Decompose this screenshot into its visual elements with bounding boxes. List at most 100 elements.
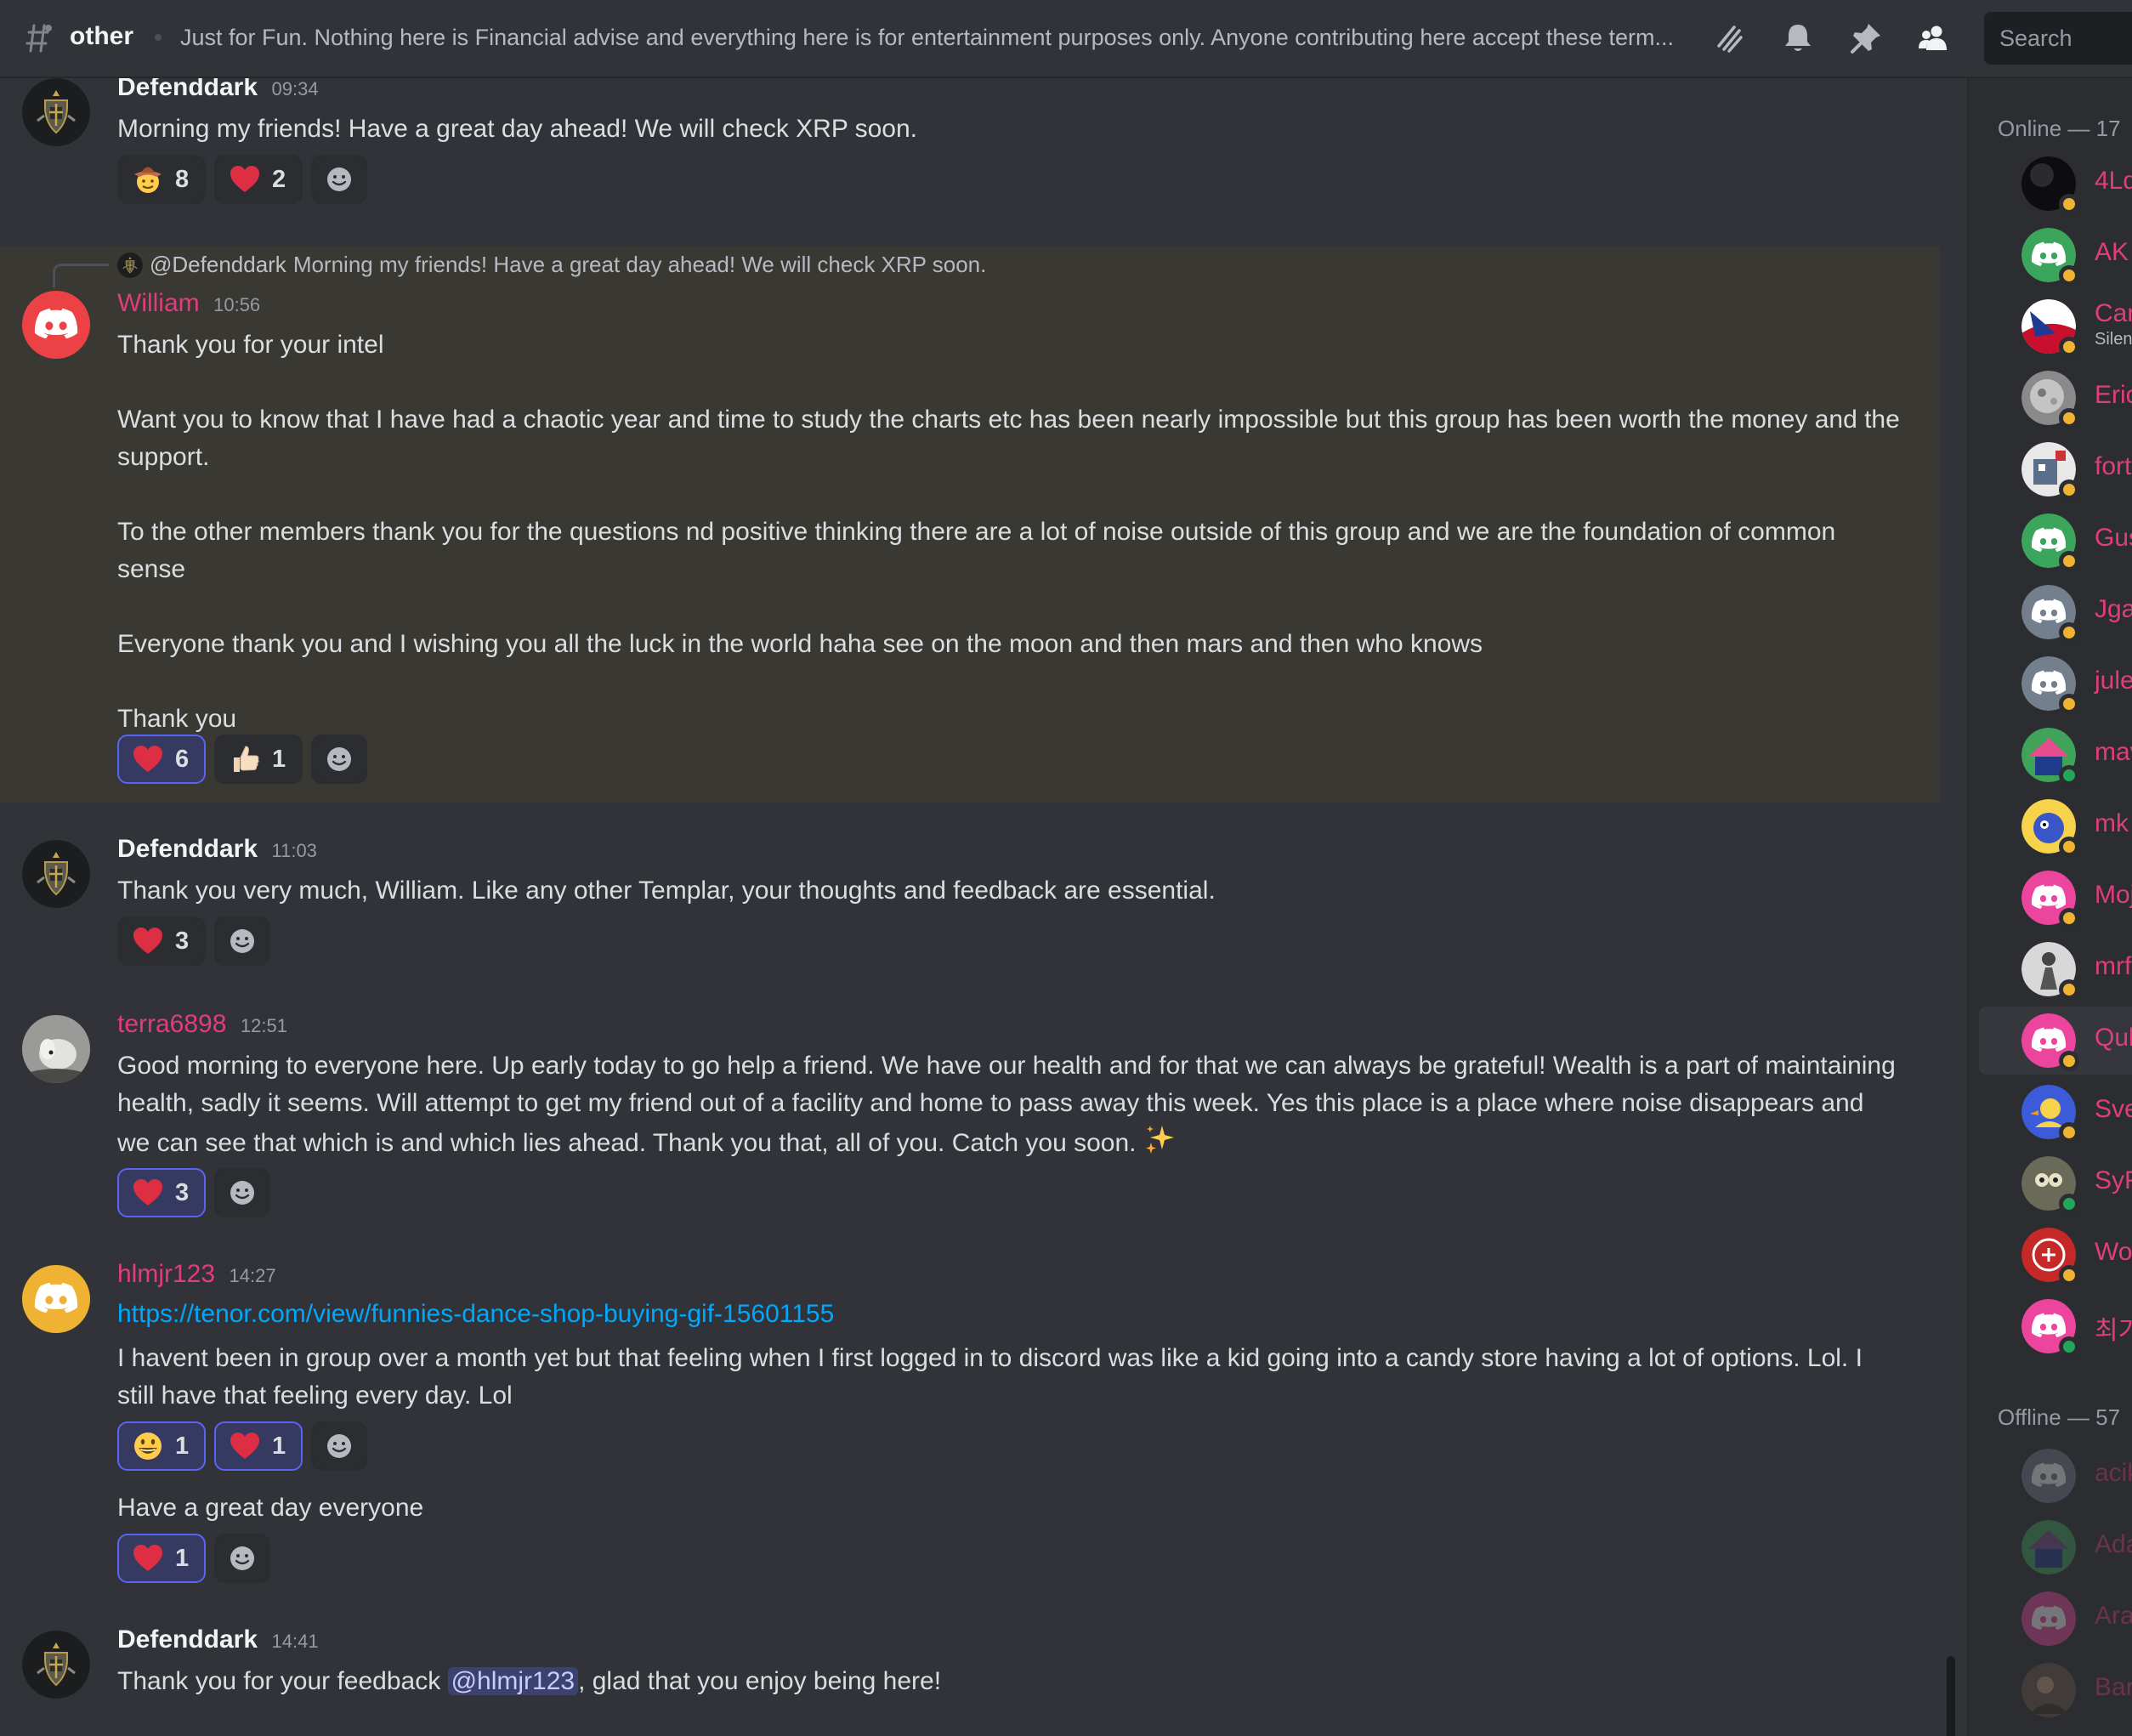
avatar[interactable] bbox=[22, 78, 90, 146]
message-timestamp: 09:34 bbox=[271, 78, 319, 99]
message-author[interactable]: terra6898 bbox=[117, 1010, 226, 1038]
message-list[interactable]: Defenddark 09:34 Morning my friends! Hav… bbox=[0, 78, 1965, 1736]
member-item[interactable]: mk bbox=[1979, 792, 2132, 860]
channel-hash-icon bbox=[26, 24, 52, 53]
add-reaction-button[interactable] bbox=[214, 1534, 270, 1583]
reaction-heart[interactable]: 3 bbox=[117, 1168, 206, 1217]
member-item[interactable]: Moj bbox=[1979, 864, 2132, 932]
member-item[interactable]: Qub bbox=[1979, 1007, 2132, 1075]
member-name: mk bbox=[2095, 809, 2129, 837]
message-highlighted: @Defenddark Morning my friends! Have a g… bbox=[0, 247, 1940, 803]
add-reaction-button[interactable] bbox=[311, 735, 367, 784]
reaction-count: 8 bbox=[175, 165, 190, 193]
member-item[interactable]: mav bbox=[1979, 721, 2132, 789]
message-text: Morning my friends! Have a great day ahe… bbox=[117, 115, 918, 143]
grinning-emoji-icon bbox=[131, 1429, 165, 1463]
message-timestamp: 14:41 bbox=[271, 1631, 319, 1652]
add-reaction-button[interactable] bbox=[311, 155, 367, 204]
threads-icon[interactable] bbox=[1712, 20, 1748, 56]
member-item[interactable]: forty bbox=[1979, 435, 2132, 503]
members-icon[interactable] bbox=[1916, 20, 1952, 56]
add-reaction-button[interactable] bbox=[214, 916, 270, 966]
reaction-bar: 8 2 bbox=[117, 155, 367, 204]
paragraph: Want you to know that I have had a chaot… bbox=[117, 406, 1900, 471]
message-author[interactable]: hlmjr123 bbox=[117, 1260, 215, 1288]
member-item[interactable]: Wol bbox=[1979, 1221, 2132, 1289]
reaction-heart[interactable]: 3 bbox=[117, 916, 206, 966]
reaction-heart[interactable]: 1 bbox=[117, 1534, 206, 1583]
scrollbar-thumb[interactable] bbox=[1947, 1656, 1955, 1736]
reaction-count: 2 bbox=[272, 165, 286, 193]
pin-icon[interactable] bbox=[1848, 20, 1884, 56]
add-reaction-button[interactable] bbox=[311, 1421, 367, 1471]
reply-author[interactable]: @Defenddark bbox=[150, 252, 286, 278]
reply-avatar bbox=[117, 252, 143, 278]
channel-topic[interactable]: Just for Fun. Nothing here is Financial … bbox=[180, 25, 1693, 51]
bell-icon[interactable] bbox=[1780, 20, 1816, 56]
member-item[interactable]: Jgal bbox=[1979, 578, 2132, 646]
add-reaction-button[interactable] bbox=[214, 1168, 270, 1217]
reaction-count: 3 bbox=[175, 927, 190, 955]
reaction-heart[interactable]: 2 bbox=[214, 155, 303, 204]
message-body: Good morning to everyone here. Up early … bbox=[117, 1052, 1896, 1157]
member-item[interactable]: Eric bbox=[1979, 364, 2132, 432]
message-author[interactable]: Defenddark bbox=[117, 1625, 258, 1654]
message-author[interactable]: William bbox=[117, 289, 200, 317]
status-idle-icon bbox=[2059, 694, 2079, 714]
avatar[interactable] bbox=[22, 840, 90, 908]
message-timestamp: 10:56 bbox=[213, 294, 261, 315]
reply-text: Morning my friends! Have a great day ahe… bbox=[292, 252, 987, 277]
member-item[interactable]: Bare bbox=[1979, 1656, 2132, 1724]
reaction-bar: 1 1 bbox=[117, 1421, 367, 1471]
member-avatar bbox=[2021, 1156, 2079, 1214]
member-item[interactable]: Ada bbox=[1979, 1513, 2132, 1581]
heart-emoji-icon bbox=[131, 1176, 165, 1210]
member-name: Bare bbox=[2095, 1673, 2132, 1701]
add-reaction-icon bbox=[225, 924, 259, 958]
member-item[interactable]: Cam Silent bbox=[1979, 292, 2132, 360]
member-name: Ada bbox=[2095, 1530, 2132, 1558]
member-item[interactable]: Aras bbox=[1979, 1585, 2132, 1653]
member-avatar bbox=[2021, 1013, 2079, 1071]
user-mention[interactable]: @hlmjr123 bbox=[447, 1667, 579, 1695]
member-name: Qub bbox=[2095, 1024, 2132, 1052]
gif-link[interactable]: https://tenor.com/view/funnies-dance-sho… bbox=[117, 1300, 834, 1328]
member-avatar bbox=[2021, 942, 2079, 1000]
message-author[interactable]: Defenddark bbox=[117, 78, 258, 101]
member-item[interactable]: SyFy bbox=[1979, 1149, 2132, 1217]
member-item[interactable]: mrfl bbox=[1979, 935, 2132, 1003]
member-item[interactable]: julen bbox=[1979, 650, 2132, 718]
member-item[interactable]: AK bbox=[1979, 221, 2132, 289]
channel-name: other bbox=[70, 22, 133, 50]
add-reaction-icon bbox=[225, 1176, 259, 1210]
status-idle-icon bbox=[2059, 908, 2079, 928]
offline-group-header: Offline — 57 bbox=[1998, 1404, 2121, 1430]
reaction-bar: 6 1 bbox=[117, 735, 367, 784]
status-idle-icon bbox=[2059, 194, 2079, 214]
member-item[interactable]: Gus bbox=[1979, 507, 2132, 575]
reply-preview[interactable]: @Defenddark Morning my friends! Have a g… bbox=[117, 252, 986, 278]
status-idle-icon bbox=[2059, 622, 2079, 643]
member-item[interactable]: Svet bbox=[1979, 1078, 2132, 1146]
avatar[interactable] bbox=[22, 1631, 90, 1699]
reaction-bar: 3 bbox=[117, 1168, 270, 1217]
member-item[interactable]: 4Ld bbox=[1979, 150, 2132, 218]
message-author[interactable]: Defenddark bbox=[117, 835, 258, 863]
member-avatar bbox=[2021, 228, 2079, 286]
avatar[interactable] bbox=[22, 1265, 90, 1333]
reaction-count: 6 bbox=[175, 745, 190, 773]
reaction-grinning[interactable]: 1 bbox=[117, 1421, 206, 1471]
text-segment: , glad that you enjoy being here! bbox=[578, 1667, 942, 1695]
avatar[interactable] bbox=[22, 1015, 90, 1083]
member-list[interactable]: Online — 17 4Ld AK Cam Silent Eric forty Gus Jg… bbox=[1967, 78, 2132, 1736]
member-item[interactable]: acik bbox=[1979, 1442, 2132, 1510]
avatar[interactable] bbox=[22, 291, 90, 359]
reaction-heart[interactable]: 6 bbox=[117, 735, 206, 784]
reaction-heart[interactable]: 1 bbox=[214, 1421, 303, 1471]
search-input[interactable]: Search bbox=[1984, 12, 2132, 65]
reaction-cowboy[interactable]: 8 bbox=[117, 155, 206, 204]
heart-emoji-icon bbox=[131, 1541, 165, 1575]
member-item[interactable]: 최기 bbox=[1979, 1292, 2132, 1360]
reaction-thumbs-up[interactable]: 1 bbox=[214, 735, 303, 784]
member-avatar bbox=[2021, 799, 2079, 857]
